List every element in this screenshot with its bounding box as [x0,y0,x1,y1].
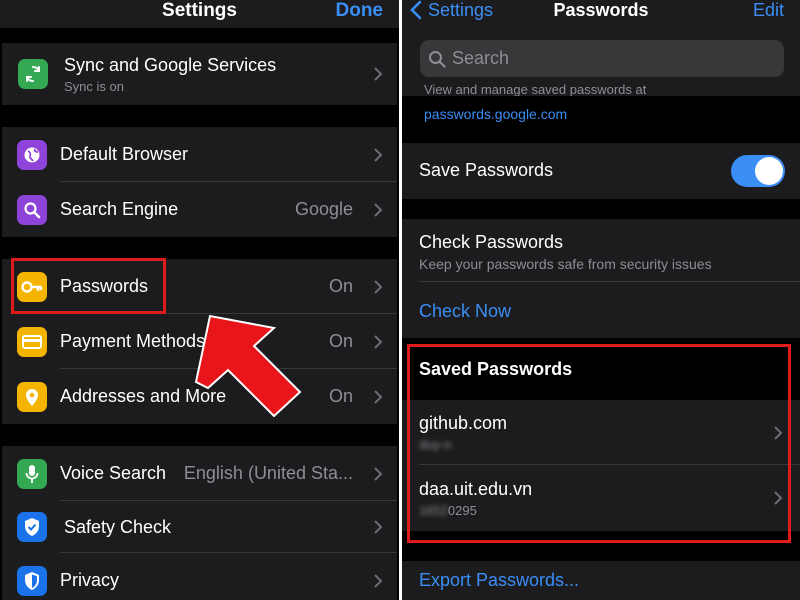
privacy-label: Privacy [60,570,120,590]
default-browser-label: Default Browser [60,144,189,164]
sync-row[interactable]: Sync and Google Services Sync is on [2,43,397,105]
credit-card-icon [17,326,47,357]
globe-icon [17,139,47,170]
chevron-right-icon [374,520,383,534]
saved-passwords-highlight-box [407,344,791,543]
save-passwords-group: Save Passwords [402,143,800,199]
toggle-knob [755,157,783,185]
chevron-right-icon [374,279,383,294]
check-now-button[interactable]: Check Now [419,301,511,322]
check-passwords-title: Check Passwords [419,232,564,252]
chevron-right-icon [374,202,383,217]
privacy-row[interactable]: Privacy [2,553,397,600]
save-passwords-label: Save Passwords [419,160,554,180]
search-engine-value: Google [294,199,353,219]
passwords-value: On [328,276,353,296]
voice-search-row[interactable]: Voice Search English (United Sta... [2,446,397,501]
payment-methods-value: On [328,331,353,351]
search-engine-label: Search Engine [60,199,179,219]
check-passwords-group: Check Passwords Keep your passwords safe… [402,219,800,338]
voice-search-label: Voice Search [60,463,167,483]
info-text: View and manage saved passwords at [424,84,647,96]
export-group: Export Passwords... [402,561,800,600]
search-input[interactable] [452,48,752,69]
safety-check-row[interactable]: Safety Check [2,501,397,553]
default-browser-row[interactable]: Default Browser [2,127,397,182]
search-engine-row[interactable]: Search Engine Google [2,182,397,237]
sync-group: Sync and Google Services Sync is on [2,43,397,105]
done-button[interactable]: Done [336,0,384,22]
divider [419,281,800,282]
search-icon [17,194,47,225]
shield-icon [17,565,47,596]
passwords-screen: Settings Passwords Edit View and manage … [402,0,800,600]
addresses-value: On [328,386,353,406]
shield-check-icon [17,512,47,542]
location-pin-icon [17,381,47,412]
search-field[interactable] [420,40,784,77]
page-title: Passwords [553,0,649,20]
safety-check-label: Safety Check [64,516,172,537]
google-passwords-link[interactable]: passwords.google.com [424,106,567,122]
chevron-right-icon [374,389,383,404]
check-passwords-subtitle: Keep your passwords safe from security i… [419,256,712,272]
browser-group: Default Browser Search Engine Google [2,127,397,237]
chevron-right-icon [374,334,383,349]
sync-label: Sync and Google Services [64,55,277,75]
chevron-right-icon [374,67,383,81]
export-passwords-button[interactable]: Export Passwords... [419,570,579,591]
sync-icon [18,59,48,89]
chevron-right-icon [374,466,383,481]
save-passwords-toggle[interactable] [731,155,785,187]
chevron-right-icon [374,147,383,162]
red-arrow-icon [194,314,302,417]
settings-screen: Settings Done Sync and Google Services S… [0,0,399,600]
settings-navbar: Settings Done [0,0,399,28]
sync-status: Sync is on [64,79,124,94]
other-group: Voice Search English (United Sta... Safe… [2,446,397,600]
microphone-icon [17,458,47,489]
search-icon [429,50,446,68]
chevron-right-icon [374,573,383,588]
voice-search-value: English (United Sta... [183,463,353,483]
edit-button[interactable]: Edit [753,0,784,20]
passwords-highlight-box [11,258,166,314]
payment-methods-label: Payment Methods [60,331,206,351]
